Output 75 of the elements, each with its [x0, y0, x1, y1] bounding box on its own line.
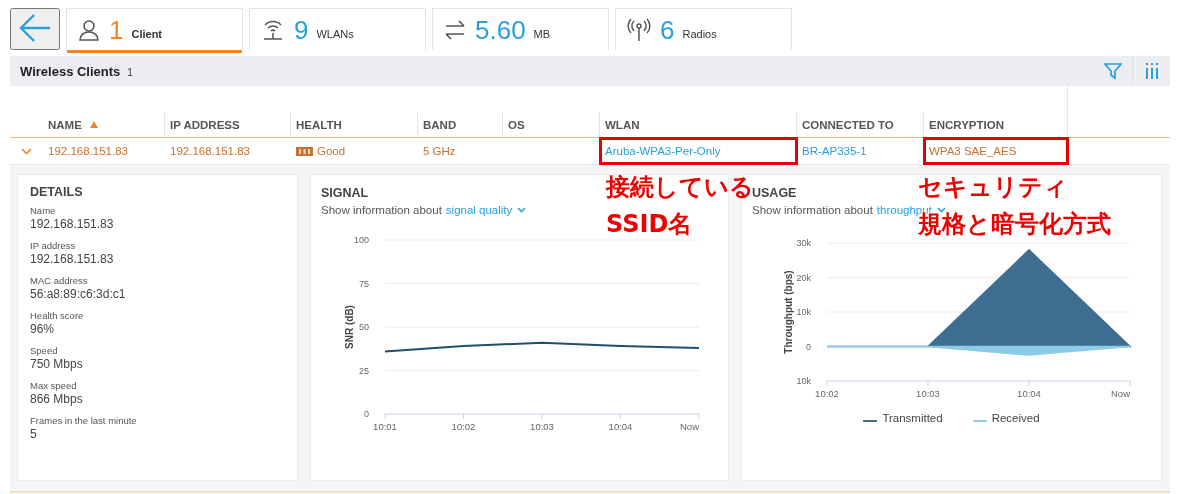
axis-tick-label: 75: [359, 278, 369, 289]
card-title: SIGNAL: [321, 186, 369, 200]
axis-tick-label: 100: [353, 235, 369, 245]
filter-icon: [1104, 62, 1122, 80]
stat-tab[interactable]: 6 Radios: [615, 8, 792, 50]
axis-tick-label: 10:02: [451, 421, 476, 432]
field-value: 5: [30, 427, 38, 441]
back-button[interactable]: [10, 8, 60, 50]
field-label: MAC address: [30, 275, 89, 286]
legend-item: Transmitted: [863, 412, 943, 424]
section-title: Wireless Clients: [20, 63, 121, 79]
axis-tick-label: 50: [359, 322, 369, 332]
axis-tick-label: 10:01: [373, 421, 397, 432]
axis-tick-label: 0: [806, 341, 811, 352]
section-count: 1: [127, 67, 133, 78]
card-title: DETAILS: [30, 185, 84, 199]
axis-tick-label: 20k: [796, 272, 811, 283]
field-label: IP address: [30, 240, 77, 251]
prompt-label: Show information about: [321, 204, 442, 216]
axis-title: SNR (dB): [344, 305, 355, 349]
chevron-down-icon: [21, 147, 32, 155]
field-value: 56:a8:89:c6:3d:c1: [30, 287, 127, 301]
column-header[interactable]: WLAN: [600, 112, 797, 137]
axis-tick-label: Now: [680, 421, 699, 432]
field-value: 96%: [30, 322, 56, 336]
axis-tick-label: Now: [1111, 388, 1130, 399]
axis-title: Throughput (bps): [783, 270, 794, 354]
table-cell-text: 5 GHz: [422, 144, 457, 159]
column-header[interactable]: HEALTH: [291, 112, 418, 137]
health-status: Good: [317, 145, 346, 157]
table-cell: WPA3 SAE_AES: [924, 138, 1068, 164]
field-value: 750 Mbps: [30, 357, 84, 371]
axis-tick-label: 10:04: [608, 421, 633, 432]
annotation-text: SSID名: [606, 211, 693, 238]
column-header[interactable]: OS: [503, 112, 600, 137]
column-header[interactable]: BAND: [418, 112, 503, 137]
back-arrow-icon: [18, 12, 52, 43]
table-cell-text: 192.168.151.83: [169, 144, 251, 159]
field-label: Speed: [30, 345, 59, 356]
field-value: 866 Mbps: [30, 392, 84, 406]
axis-tick-label: 30k: [796, 238, 811, 248]
axis-tick-label: 25: [359, 365, 369, 376]
health-bars-icon: [296, 146, 313, 156]
axis-tick-label: 10:04: [1017, 388, 1041, 399]
axis-tick-label: 0: [364, 409, 369, 419]
field-value: 192.168.151.83: [30, 252, 115, 266]
column-header[interactable]: NAME: [10, 112, 165, 137]
annotation-text: セキュリティ: [918, 174, 1068, 201]
field-label: Health score: [30, 310, 85, 321]
stat-tab[interactable]: 5.60 MB: [432, 8, 609, 50]
columns-icon: [1145, 63, 1158, 79]
field-label: Name: [30, 205, 57, 216]
axis-tick-label: 10k: [796, 307, 811, 317]
card-title: USAGE: [752, 186, 797, 200]
field-label: Max speed: [30, 380, 78, 391]
axis-tick-label: 10k: [796, 376, 811, 386]
prompt-label: Show information about: [752, 204, 873, 216]
column-header[interactable]: CONNECTED TO: [797, 112, 924, 137]
legend-item: Received: [972, 412, 1040, 424]
axis-tick-label: 10:02: [815, 388, 839, 399]
axis-tick-label: 10:03: [530, 421, 554, 432]
stat-tab[interactable]: 9 WLANs: [249, 8, 426, 50]
stat-tab[interactable]: 1 Client: [66, 8, 243, 50]
chevron-down-icon: [517, 207, 527, 213]
field-label: Frames in the last minute: [30, 415, 138, 426]
exchange-arrows-icon: [443, 18, 467, 41]
table-cell-text: 192.168.151.83: [47, 144, 128, 159]
radio-tower-icon: [626, 17, 652, 42]
annotation-text: 接続している: [606, 174, 754, 201]
column-header[interactable]: ENCRYPTION: [924, 112, 1068, 137]
field-value: 192.168.151.83: [30, 217, 115, 231]
person-icon: [77, 17, 101, 42]
axis-tick-label: 10:03: [916, 388, 940, 399]
column-header[interactable]: IP ADDRESS: [165, 112, 291, 137]
chevron-down-icon: [936, 207, 946, 213]
